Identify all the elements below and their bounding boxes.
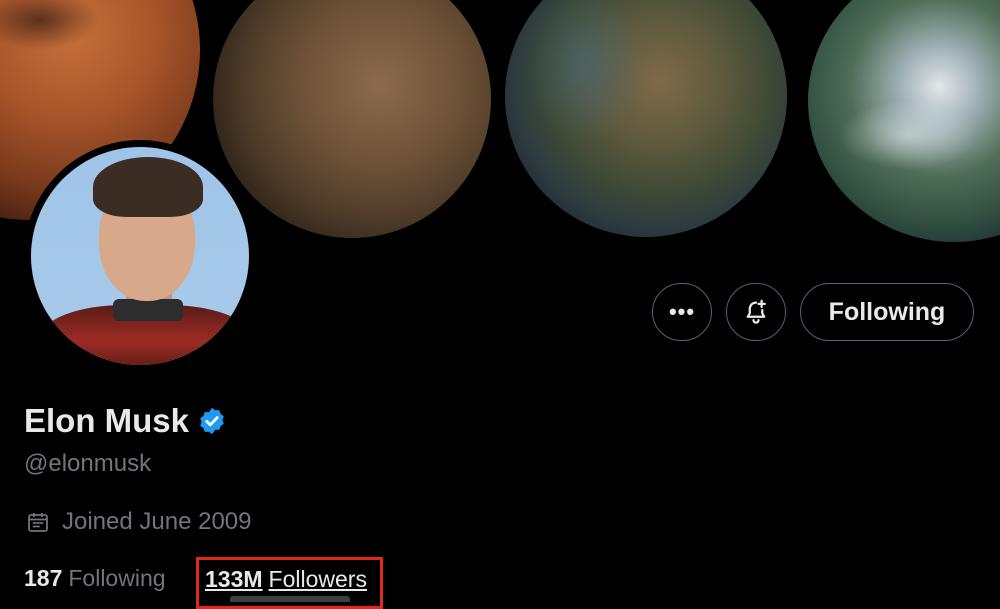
profile-name: Elon Musk [24, 402, 190, 439]
following-button-label: Following [828, 297, 946, 326]
avatar-collar [113, 299, 183, 321]
following-button[interactable]: Following [800, 283, 974, 341]
more-icon: ••• [668, 299, 696, 324]
avatar-photo [31, 147, 249, 365]
notifications-button[interactable] [726, 283, 786, 341]
hover-tooltip [230, 596, 350, 602]
joined-row: Joined June 2009 [26, 508, 252, 536]
avatar-hair [93, 157, 203, 217]
following-label: Following [68, 565, 166, 591]
joined-date: Joined June 2009 [62, 508, 252, 535]
following-stat[interactable]: 187 Following [24, 565, 166, 592]
banner-planet-earthlike [808, 0, 1000, 242]
profile-name-row: Elon Musk [24, 402, 227, 440]
banner-planet-3 [505, 0, 787, 237]
followers-label: Followers [268, 566, 367, 592]
following-count: 187 [24, 565, 63, 591]
followers-count: 133M [205, 566, 263, 592]
avatar[interactable] [24, 140, 256, 372]
bell-plus-icon [746, 299, 766, 324]
verified-badge-icon[interactable] [197, 406, 227, 436]
banner-planet-2 [213, 0, 491, 238]
calendar-icon [28, 513, 48, 532]
more-button[interactable]: ••• [652, 283, 712, 341]
profile-handle: @elonmusk [24, 450, 152, 477]
